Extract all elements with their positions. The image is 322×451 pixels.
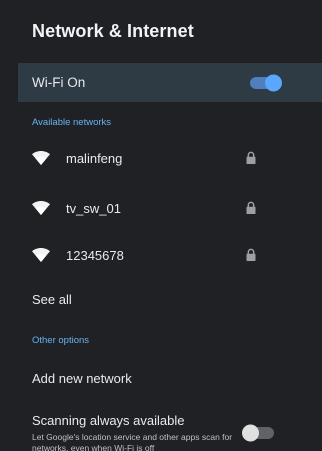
wifi-icon [32, 248, 50, 262]
wifi-toggle-row[interactable]: Wi-Fi On [18, 63, 322, 102]
network-item-tv-sw-01[interactable]: tv_sw_01 [18, 184, 322, 232]
available-networks-header: Available networks [32, 117, 112, 128]
page-header: Network & Internet [0, 0, 322, 62]
lock-icon [246, 151, 256, 164]
network-item-12345678[interactable]: 12345678 [18, 231, 322, 279]
toggle-knob [242, 424, 259, 442]
toggle-knob [265, 74, 282, 91]
wifi-icon [32, 151, 50, 165]
lock-icon [246, 201, 256, 214]
scanning-description: Let Google's location service and other … [32, 432, 233, 451]
network-settings-screen: Network & Internet Wi-Fi On Available ne… [0, 0, 322, 451]
lock-icon [246, 248, 256, 261]
network-name: 12345678 [66, 247, 124, 263]
network-name: tv_sw_01 [66, 200, 121, 216]
scanning-title: Scanning always available [32, 413, 185, 428]
page-title: Network & Internet [32, 20, 194, 41]
wifi-toggle-label: Wi-Fi On [32, 75, 86, 90]
wifi-icon [32, 201, 50, 215]
network-item-malinfeng[interactable]: malinfeng [18, 134, 322, 182]
scanning-toggle-switch[interactable] [242, 424, 274, 442]
see-all-button[interactable]: See all [32, 292, 72, 307]
wifi-toggle-switch[interactable] [250, 74, 282, 91]
network-name: malinfeng [66, 150, 123, 166]
other-options-header: Other options [32, 335, 90, 346]
add-new-network-button[interactable]: Add new network [32, 371, 132, 386]
